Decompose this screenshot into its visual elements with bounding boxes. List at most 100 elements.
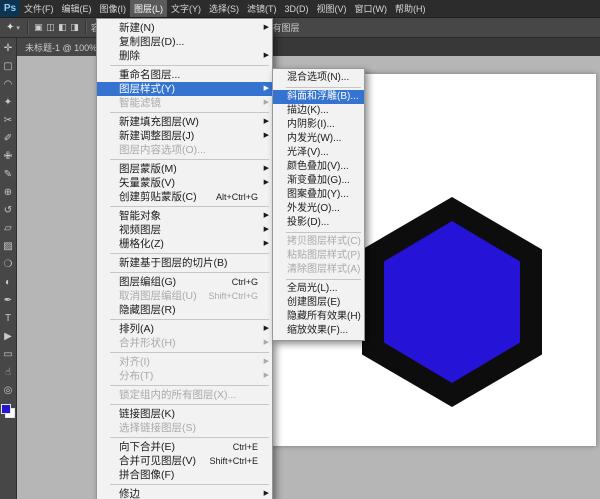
tool-palette: ✛ ▢ ◠ ✦ ✂ ✐ ✙ ✎ ⊕ ↺ ▱ ▨ ❍ ◐ ✒ T xyxy=(0,38,17,499)
menu-item[interactable]: 渐变叠加(G)... xyxy=(273,174,364,188)
shape-tool[interactable]: ▭ xyxy=(0,346,16,364)
menu-item-label: 栅格化(Z) xyxy=(119,237,164,251)
menu-item[interactable]: 内阴影(I)... xyxy=(273,118,364,132)
hand-tool[interactable]: ☝ xyxy=(0,364,16,382)
pen-tool[interactable]: ✒ xyxy=(0,292,16,310)
menu-item[interactable]: 矢量蒙版(V) xyxy=(97,176,272,190)
menu-item-label: 内阴影(I)... xyxy=(287,118,335,132)
menubar-item[interactable]: 编辑(E) xyxy=(58,0,96,17)
menubar-item[interactable]: 窗口(W) xyxy=(351,0,392,17)
menu-item[interactable]: 隐藏图层(R) xyxy=(97,303,272,317)
menubar-item[interactable]: 帮助(H) xyxy=(391,0,430,17)
add-selection-icon[interactable]: ◫ xyxy=(45,22,56,33)
menu-item[interactable]: 创建图层(E) xyxy=(273,296,364,310)
menu-item[interactable]: 向下合并(E) Ctrl+E xyxy=(97,440,272,454)
menu-item-label: 投影(D)... xyxy=(287,216,329,230)
polygon-layer[interactable] xyxy=(362,197,542,407)
menu-item[interactable]: 全局光(L)... xyxy=(273,282,364,296)
menubar-item[interactable]: 选择(S) xyxy=(205,0,243,17)
menu-item[interactable]: 图层样式(Y) xyxy=(97,82,272,96)
menu-item: 智能滤镜 xyxy=(97,96,272,110)
menu-item[interactable]: 复制图层(D)... xyxy=(97,35,272,49)
menu-item: 粘贴图层样式(P) xyxy=(273,249,364,263)
menu-item-label: 取消图层编组(U) xyxy=(119,289,197,303)
submenu-arrow-icon xyxy=(264,487,269,499)
menu-item[interactable]: 投影(D)... xyxy=(273,216,364,230)
menu-item[interactable]: 栅格化(Z) xyxy=(97,237,272,251)
brush-tool[interactable]: ✎ xyxy=(0,166,16,184)
marquee-tool[interactable]: ▢ xyxy=(0,58,16,76)
menu-item[interactable]: 缩放效果(F)... xyxy=(273,324,364,338)
zoom-tool[interactable]: ◎ xyxy=(0,382,16,400)
menubar-item[interactable]: 图层(L) xyxy=(130,0,167,17)
menu-item[interactable]: 光泽(V)... xyxy=(273,146,364,160)
menu-item[interactable]: 图层编组(G) Ctrl+G xyxy=(97,275,272,289)
menu-item-label: 复制图层(D)... xyxy=(119,35,184,49)
subtract-selection-icon[interactable]: ◧ xyxy=(57,22,68,33)
color-swatches xyxy=(1,404,15,418)
menu-item[interactable]: 拼合图像(F) xyxy=(97,468,272,482)
eyedropper-tool[interactable]: ✐ xyxy=(0,130,16,148)
menubar-item[interactable]: 文件(F) xyxy=(20,0,58,17)
magic-wand-tool[interactable]: ✦ xyxy=(0,94,16,112)
foreground-swatch[interactable] xyxy=(1,404,11,414)
menubar-item[interactable]: 图像(I) xyxy=(96,0,131,17)
menu-item[interactable]: 链接图层(K) xyxy=(97,407,272,421)
menubar-item[interactable]: 滤镜(T) xyxy=(243,0,281,17)
menubar-item[interactable]: 文字(Y) xyxy=(167,0,205,17)
menu-item[interactable]: 内发光(W)... xyxy=(273,132,364,146)
menu-item[interactable]: 描边(K)... xyxy=(273,104,364,118)
submenu-arrow-icon xyxy=(264,49,269,63)
menu-item[interactable]: 视频图层 xyxy=(97,223,272,237)
menu-item[interactable]: 新建填充图层(W) xyxy=(97,115,272,129)
lasso-tool[interactable]: ◠ xyxy=(0,76,16,94)
menu-item[interactable]: 新建调整图层(J) xyxy=(97,129,272,143)
menu-item-label: 锁定组内的所有图层(X)... xyxy=(119,388,236,402)
new-selection-icon[interactable]: ▣ xyxy=(33,22,44,33)
submenu-arrow-icon xyxy=(264,21,269,35)
menu-item[interactable]: 混合选项(N)... xyxy=(273,71,364,85)
crop-tool[interactable]: ✂ xyxy=(0,112,16,130)
intersect-selection-icon[interactable]: ◨ xyxy=(69,22,80,33)
history-brush-tool[interactable]: ↺ xyxy=(0,202,16,220)
menu-item[interactable]: 图层蒙版(M) xyxy=(97,162,272,176)
menubar-item[interactable]: 3D(D) xyxy=(281,0,313,17)
menu-item[interactable]: 隐藏所有效果(H) xyxy=(273,310,364,324)
submenu-arrow-icon xyxy=(264,369,269,383)
menu-item[interactable]: 新建(N) xyxy=(97,21,272,35)
menu-item-label: 外发光(O)... xyxy=(287,202,340,216)
menu-item[interactable]: 排列(A) xyxy=(97,322,272,336)
menu-item-label: 图层蒙版(M) xyxy=(119,162,177,176)
blur-tool[interactable]: ❍ xyxy=(0,256,16,274)
eraser-tool[interactable]: ▱ xyxy=(0,220,16,238)
menu-item[interactable]: 颜色叠加(V)... xyxy=(273,160,364,174)
menu-item[interactable]: 合并可见图层(V) Shift+Ctrl+E xyxy=(97,454,272,468)
menu-item[interactable]: 新建基于图层的切片(B) xyxy=(97,256,272,270)
type-tool[interactable]: T xyxy=(0,310,16,328)
menu-item-label: 图层编组(G) xyxy=(119,275,176,289)
gradient-tool[interactable]: ▨ xyxy=(0,238,16,256)
menu-item[interactable]: 图案叠加(Y)... xyxy=(273,188,364,202)
magic-wand-icon: ✦ xyxy=(6,22,14,33)
menu-item[interactable]: 修边 xyxy=(97,487,272,499)
healing-brush-tool[interactable]: ✙ xyxy=(0,148,16,166)
menu-item[interactable]: 创建剪贴蒙版(C) Alt+Ctrl+G xyxy=(97,190,272,204)
move-tool[interactable]: ✛ xyxy=(0,40,16,58)
menu-item-label: 描边(K)... xyxy=(287,104,329,118)
path-select-tool[interactable]: ▶ xyxy=(0,328,16,346)
menu-item[interactable]: 斜面和浮雕(B)... xyxy=(273,90,364,104)
menubar-item[interactable]: 视图(V) xyxy=(313,0,351,17)
menu-item-shortcut: Shift+Ctrl+E xyxy=(209,454,268,468)
menu-item-label: 删除 xyxy=(119,49,140,63)
dodge-tool[interactable]: ◐ xyxy=(0,274,16,292)
menu-item[interactable]: 外发光(O)... xyxy=(273,202,364,216)
menu-item-label: 图案叠加(Y)... xyxy=(287,188,349,202)
menu-item-label: 链接图层(K) xyxy=(119,407,175,421)
clone-stamp-tool[interactable]: ⊕ xyxy=(0,184,16,202)
tool-preset-picker[interactable]: ✦ xyxy=(4,22,22,33)
menu-item-label: 清除图层样式(A) xyxy=(287,263,360,277)
menu-item[interactable]: 智能对象 xyxy=(97,209,272,223)
menu-item-label: 缩放效果(F)... xyxy=(287,324,348,338)
menu-item[interactable]: 重命名图层... xyxy=(97,68,272,82)
menu-item[interactable]: 删除 xyxy=(97,49,272,63)
